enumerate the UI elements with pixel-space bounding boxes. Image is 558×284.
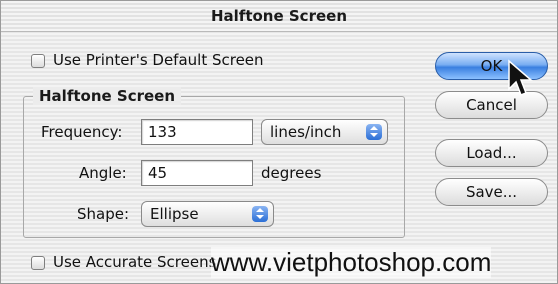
frequency-unit-select[interactable]: lines/inch [261, 119, 388, 145]
frequency-input[interactable]: 133 [141, 119, 253, 145]
frequency-unit-value: lines/inch [270, 123, 342, 141]
title-bar[interactable]: Halftone Screen [1, 1, 557, 32]
window-title: Halftone Screen [210, 7, 347, 25]
angle-unit-label: degrees [261, 164, 322, 182]
frequency-label: Frequency: [41, 123, 123, 141]
shape-select[interactable]: Ellipse [141, 201, 274, 227]
shape-value: Ellipse [150, 205, 199, 223]
watermark-text: www.vietphotoshop.com [211, 247, 492, 278]
updown-arrow-icon [366, 124, 382, 140]
save-button[interactable]: Save... [435, 178, 548, 206]
use-printer-default-label[interactable]: Use Printer's Default Screen [53, 51, 264, 69]
group-legend: Halftone Screen [33, 87, 182, 105]
use-accurate-screens-label[interactable]: Use Accurate Screens [53, 253, 216, 271]
angle-label: Angle: [79, 164, 127, 182]
use-printer-default-checkbox[interactable] [31, 54, 45, 68]
halftone-screen-dialog: Halftone Screen Use Printer's Default Sc… [0, 0, 558, 284]
angle-input[interactable]: 45 [141, 160, 253, 186]
load-button[interactable]: Load... [435, 139, 548, 167]
arrow-cursor-icon [508, 59, 534, 96]
updown-arrow-icon [252, 206, 268, 222]
shape-label: Shape: [77, 205, 130, 223]
use-accurate-screens-checkbox[interactable] [31, 256, 45, 270]
